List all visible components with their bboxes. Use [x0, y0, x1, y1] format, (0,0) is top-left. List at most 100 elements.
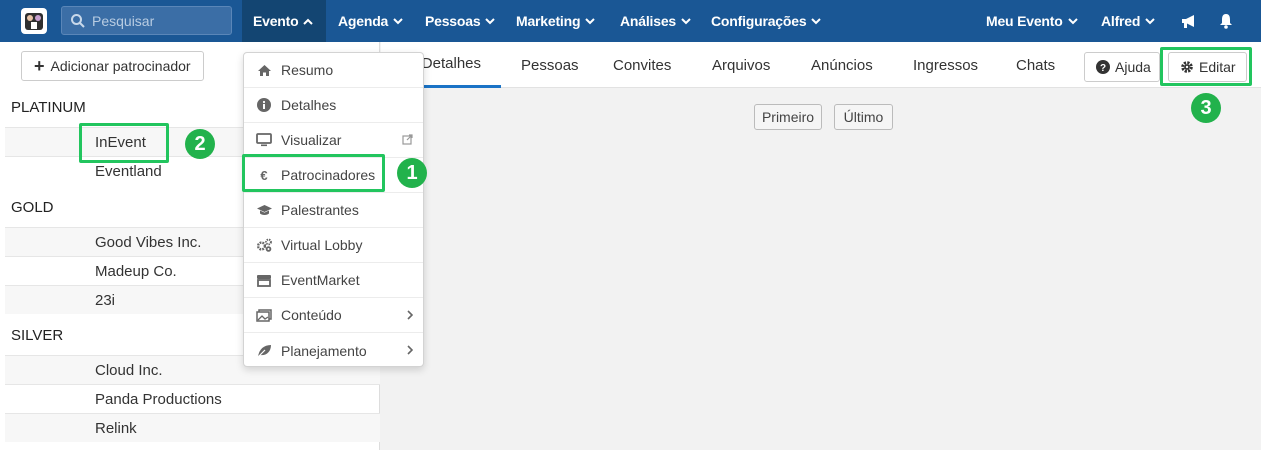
- sponsor-name: Eventland: [95, 162, 162, 180]
- detail-tabs: Detalhes Pessoas Convites Arquivos Anúnc…: [381, 42, 1261, 88]
- menu-label: Resumo: [281, 62, 334, 78]
- app-logo[interactable]: [21, 8, 47, 34]
- sponsor-name: Cloud Inc.: [95, 361, 163, 379]
- chevron-up-icon: [303, 18, 314, 25]
- euro-icon: €: [260, 167, 268, 183]
- chevron-down-icon: [1145, 17, 1155, 24]
- tab-label: Detalhes: [421, 55, 481, 72]
- sponsor-name: InEvent: [95, 133, 146, 151]
- menu-item-visualizar[interactable]: Visualizar: [244, 123, 423, 158]
- plus-icon: +: [34, 56, 45, 76]
- leaf-icon: [255, 344, 273, 358]
- first-label: Primeiro: [761, 109, 815, 125]
- chevron-down-icon: [1067, 17, 1078, 24]
- sponsor-item[interactable]: Panda Productions: [5, 384, 380, 413]
- sponsor-name: Madeup Co.: [95, 262, 177, 280]
- menu-label: EventMarket: [281, 272, 360, 288]
- search-icon: [71, 13, 85, 28]
- menu-label: Patrocinadores: [281, 167, 376, 183]
- add-sponsor-button[interactable]: + Adicionar patrocinador: [21, 51, 204, 81]
- help-button[interactable]: ? Ajuda: [1084, 52, 1160, 82]
- sponsor-item[interactable]: Relink: [5, 413, 380, 442]
- menu-label: Palestrantes: [281, 202, 359, 218]
- menu-label: Virtual Lobby: [281, 237, 363, 253]
- edit-label: Editar: [1199, 59, 1236, 75]
- nav-marketing[interactable]: Marketing: [516, 0, 596, 42]
- gear-icon: [1181, 61, 1193, 73]
- chevron-down-icon: [681, 17, 691, 24]
- nav-analises[interactable]: Análises: [620, 0, 691, 42]
- nav-label: Agenda: [338, 13, 389, 29]
- menu-item-patrocinadores[interactable]: € Patrocinadores: [244, 158, 423, 193]
- menu-label: Conteúdo: [281, 307, 342, 323]
- step-badge-1: 1: [397, 158, 427, 188]
- tab-ingressos[interactable]: Ingressos: [913, 42, 978, 88]
- first-page-button[interactable]: Primeiro: [754, 104, 822, 130]
- menu-item-palestrantes[interactable]: Palestrantes: [244, 193, 423, 228]
- menu-item-planejamento[interactable]: Planejamento: [244, 333, 423, 368]
- last-page-button[interactable]: Último: [834, 104, 893, 130]
- chevron-down-icon: [585, 17, 596, 24]
- info-icon: [255, 98, 273, 112]
- tab-label: Ingressos: [913, 56, 979, 74]
- chevron-down-icon: [811, 17, 822, 24]
- menu-label: Visualizar: [281, 132, 342, 148]
- nav-label: Alfred: [1101, 13, 1141, 29]
- menu-item-conteudo[interactable]: Conteúdo: [244, 298, 423, 333]
- chevron-right-icon: [407, 308, 414, 323]
- last-label: Último: [843, 109, 884, 125]
- tab-label: Convites: [613, 56, 672, 74]
- help-label: Ajuda: [1115, 59, 1151, 75]
- home-icon: [255, 64, 273, 77]
- svg-text:?: ?: [1100, 63, 1106, 74]
- menu-item-virtual-lobby[interactable]: Virtual Lobby: [244, 228, 423, 263]
- nav-agenda[interactable]: Agenda: [338, 0, 403, 42]
- edit-button[interactable]: Editar: [1168, 52, 1247, 82]
- tab-label: Pessoas: [521, 56, 579, 74]
- tab-convites[interactable]: Convites: [613, 42, 671, 88]
- nav-meu-evento[interactable]: Meu Evento: [986, 0, 1078, 42]
- step-badge-3: 3: [1191, 93, 1221, 123]
- tab-label: Anúncios: [811, 56, 873, 74]
- nav-label: Análises: [620, 13, 676, 29]
- search-box[interactable]: [61, 6, 232, 35]
- tab-label: Arquivos: [712, 56, 771, 74]
- megaphone-icon[interactable]: [1180, 0, 1198, 42]
- nav-evento[interactable]: Evento: [242, 0, 326, 42]
- evento-dropdown-menu: Resumo Detalhes Visualizar € Patrocinado…: [243, 52, 424, 367]
- tab-anuncios[interactable]: Anúncios: [811, 42, 873, 88]
- nav-label: Pessoas: [425, 13, 481, 29]
- chevron-down-icon: [485, 17, 496, 24]
- menu-item-detalhes[interactable]: Detalhes: [244, 88, 423, 123]
- sponsor-name: Panda Productions: [95, 390, 222, 408]
- sponsor-name: Relink: [95, 419, 137, 437]
- tab-chats[interactable]: Chats: [1016, 42, 1055, 88]
- menu-label: Planejamento: [281, 342, 367, 359]
- store-icon: [255, 274, 273, 287]
- menu-label: Detalhes: [281, 97, 337, 113]
- sponsor-name: 23i: [95, 291, 116, 309]
- sponsor-name: Good Vibes Inc.: [95, 233, 202, 251]
- add-sponsor-label: Adicionar patrocinador: [50, 58, 191, 74]
- monitor-icon: [255, 133, 273, 147]
- question-circle-icon: ?: [1096, 60, 1110, 74]
- tab-pessoas[interactable]: Pessoas: [521, 42, 579, 88]
- chevron-down-icon: [393, 17, 403, 24]
- graduation-cap-icon: [255, 204, 273, 216]
- menu-item-eventmarket[interactable]: EventMarket: [244, 263, 423, 298]
- step-badge-2: 2: [185, 129, 215, 159]
- tab-arquivos[interactable]: Arquivos: [712, 42, 770, 88]
- chevron-right-icon: [407, 343, 414, 358]
- bell-icon[interactable]: [1219, 0, 1233, 42]
- nav-label: Configurações: [711, 13, 807, 29]
- nav-pessoas[interactable]: Pessoas: [425, 0, 496, 42]
- nav-label: Evento: [253, 13, 299, 29]
- menu-item-resumo[interactable]: Resumo: [244, 53, 423, 88]
- nav-user-menu[interactable]: Alfred: [1101, 0, 1155, 42]
- nav-configuracoes[interactable]: Configurações: [711, 0, 822, 42]
- nav-label: Marketing: [516, 13, 581, 29]
- external-link-icon: [402, 133, 413, 148]
- search-input[interactable]: [92, 12, 222, 29]
- nav-label: Meu Evento: [986, 13, 1063, 29]
- tab-label: Chats: [1016, 56, 1056, 74]
